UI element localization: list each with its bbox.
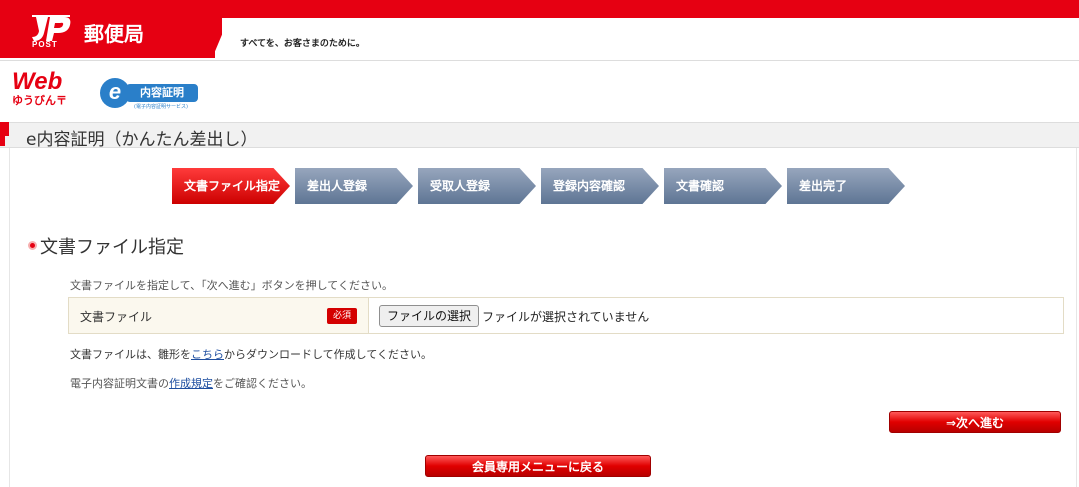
step-sender: 差出人登録 <box>295 168 413 204</box>
template-download-link[interactable]: こちら <box>191 348 224 361</box>
step-confirm-registration: 登録内容確認 <box>541 168 659 204</box>
title-bar-marker-lower <box>0 136 5 146</box>
page-title: e内容証明（かんたん差出し） <box>26 130 258 150</box>
file-status-text: ファイルが選択されていません <box>482 310 650 324</box>
next-button[interactable]: ⇒次へ進む <box>889 411 1061 433</box>
back-to-member-menu-button[interactable]: 会員専用メニューに戻る <box>425 455 651 477</box>
e-naiyo-logo-title: 内容証明 <box>126 84 198 102</box>
content-right-border <box>1076 148 1077 487</box>
note1-pre: 文書ファイルは、雛形を <box>70 348 191 361</box>
creation-rules-link[interactable]: 作成規定 <box>169 377 213 390</box>
section-bullet-icon <box>28 241 37 250</box>
web-yubin-logo[interactable]: Web ゆうびん〒 <box>12 70 67 108</box>
post-word: POST <box>32 40 58 49</box>
step-complete: 差出完了 <box>787 168 905 204</box>
step-document-file: 文書ファイル指定 <box>172 168 290 204</box>
title-bar-marker <box>0 122 9 136</box>
web-logo-sub: ゆうびん〒 <box>12 94 67 107</box>
file-label-cell: 文書ファイル 必須 <box>69 298 369 333</box>
section-title: 文書ファイル指定 <box>40 237 184 258</box>
note2-pre: 電子内容証明文書の <box>70 377 169 390</box>
step-document-confirm: 文書確認 <box>664 168 782 204</box>
note1-post: からダウンロードして作成してください。 <box>224 348 433 361</box>
header-tagline: すべてを、お客さまのために。 <box>240 39 365 49</box>
note2-post: をご確認ください。 <box>213 377 312 390</box>
file-form-row: 文書ファイル 必須 ファイルの選択 ファイルが選択されていません <box>68 297 1064 334</box>
content-left-border <box>9 148 10 487</box>
brand-name[interactable]: 郵便局 <box>84 18 144 47</box>
e-naiyo-logo-sub: (電子内容証明サービス) <box>134 104 188 110</box>
header-divider <box>0 60 1079 61</box>
template-download-note: 文書ファイルは、雛形をこちらからダウンロードして作成してください。 <box>70 346 432 362</box>
choose-file-button[interactable]: ファイルの選択 <box>379 305 480 327</box>
instruction-text: 文書ファイルを指定して、「次へ進む」ボタンを押してください。 <box>70 279 393 292</box>
file-label: 文書ファイル <box>80 310 153 324</box>
web-logo-word: Web <box>12 68 63 95</box>
creation-rules-note: 電子内容証明文書の作成規定をご確認ください。 <box>70 375 312 391</box>
step-recipient: 受取人登録 <box>418 168 536 204</box>
required-badge: 必須 <box>327 308 357 324</box>
